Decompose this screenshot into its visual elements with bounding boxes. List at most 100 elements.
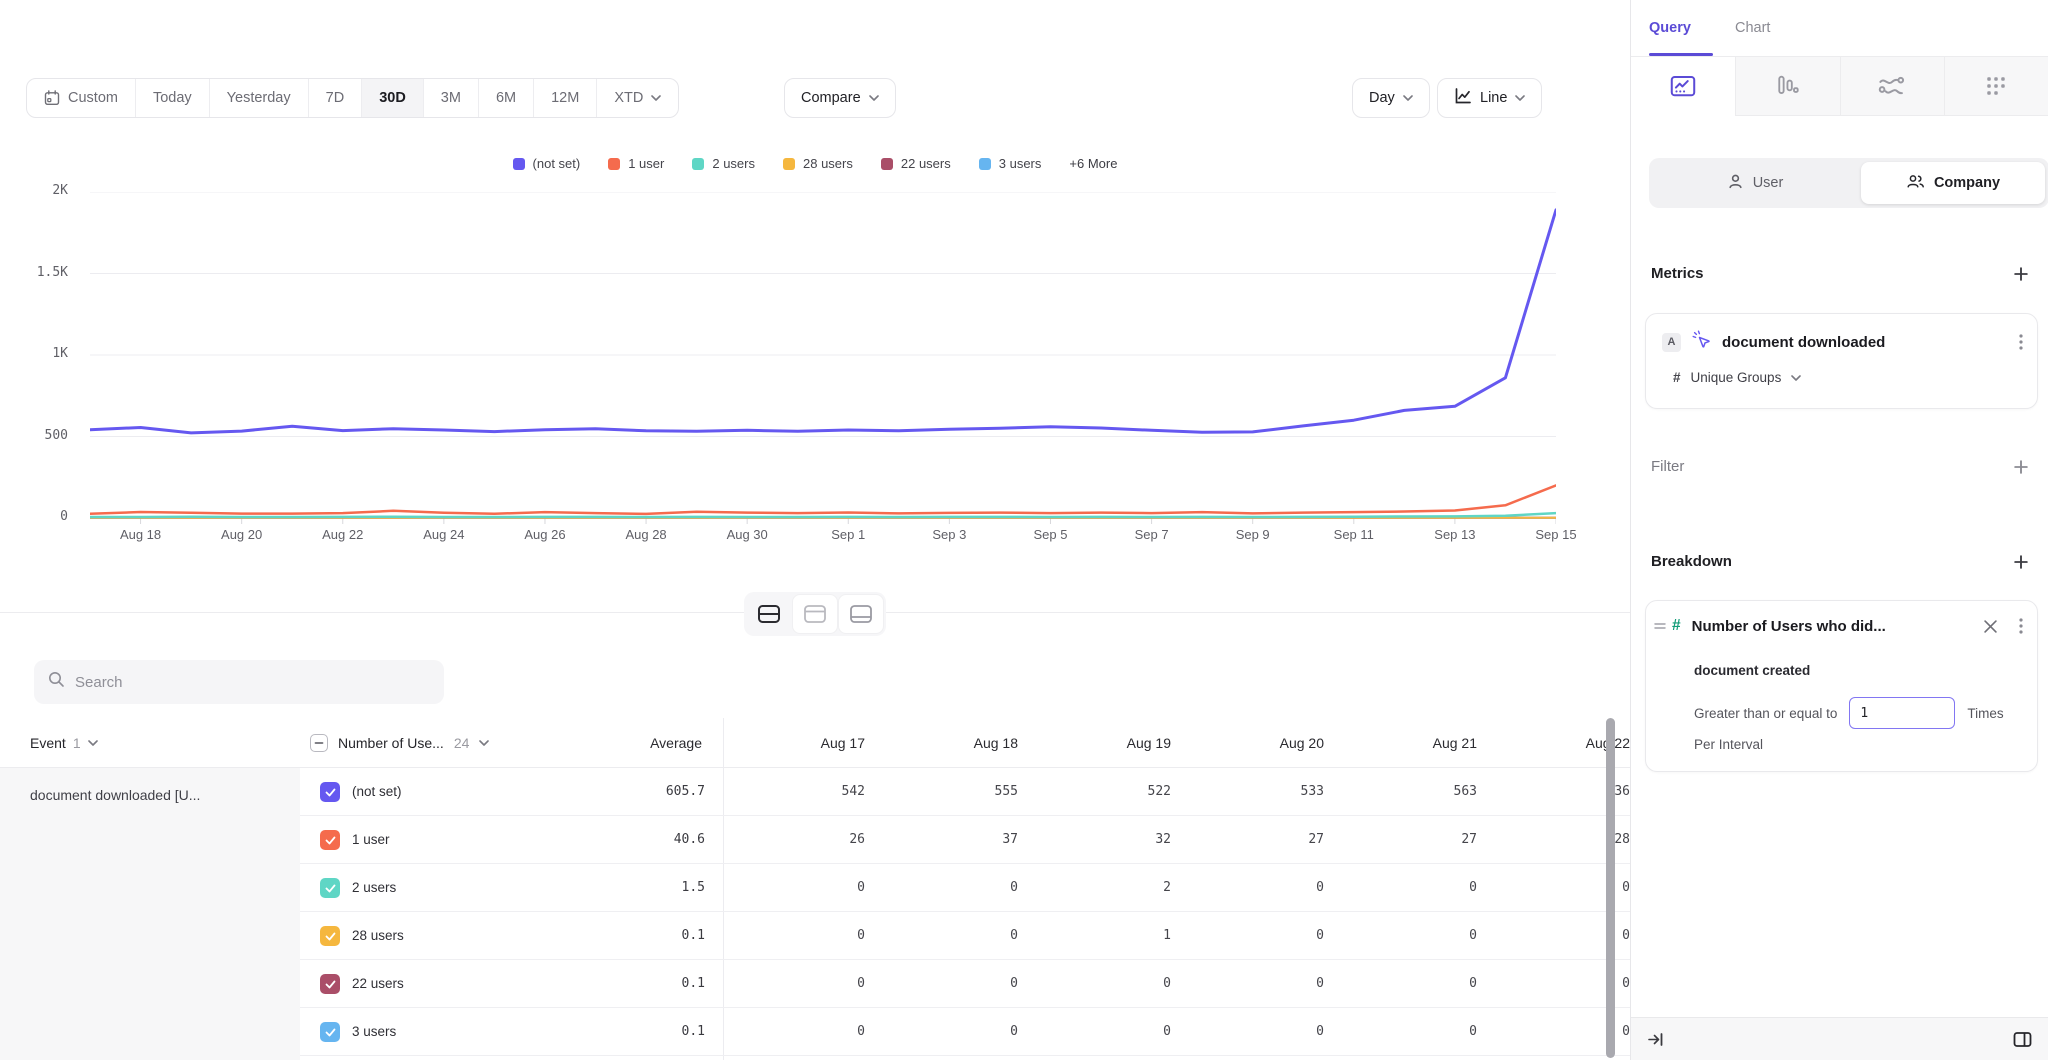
y-axis-label: 2K [6,183,68,198]
series-values: 000000 [750,960,1630,1008]
table-only-button[interactable] [838,594,884,634]
breakdown-property-name[interactable]: Number of Users who did... [1692,618,1984,635]
date-column-header[interactable]: Aug 18 [903,718,1056,768]
breakdown-kebab-menu[interactable] [2019,618,2023,634]
series-checkbox[interactable] [320,926,340,946]
breakdown-condition-row: Greater than or equal to Times [1694,697,2004,729]
event-header-label: Event [30,735,66,751]
breakdown-card[interactable]: # Number of Users who did... document cr… [1645,600,2038,772]
split-panel-icon[interactable] [2013,1031,2032,1048]
date-column-header[interactable]: Aug 19 [1056,718,1209,768]
chart-plot[interactable] [90,192,1556,526]
date-column-header[interactable]: Aug 21 [1362,718,1515,768]
cell-value: 542 [750,768,903,816]
series-checkbox[interactable] [320,782,340,802]
line-chart[interactable]: 05001K1.5K2KAug 18Aug 20Aug 22Aug 24Aug … [0,0,1630,560]
series-label: 22 users [352,960,404,1008]
bar-chart-tab[interactable] [1735,57,1839,116]
cell-value: 0 [1362,864,1515,912]
cell-value: 0 [750,864,903,912]
metric-event-name[interactable]: document downloaded [1722,334,2008,351]
scope-user-option[interactable]: User [1649,158,1861,208]
scope-company-option[interactable]: Company [1861,162,2045,204]
search-icon [48,671,65,693]
x-axis-label: Aug 24 [399,527,489,542]
breakdown-event-name[interactable]: document created [1694,663,1810,678]
metric-card[interactable]: A document downloaded # Unique Groups [1645,313,2038,409]
x-axis-label: Sep 1 [803,527,893,542]
table-row[interactable]: 1 user40.6263732272728 [300,816,1630,864]
date-column-header[interactable]: Aug 17 [750,718,903,768]
split-view-button[interactable] [746,594,792,634]
tab-query[interactable]: Query [1649,0,1691,56]
series-values: 001000 [750,912,1630,960]
table-row[interactable]: 28 users0.1001000 [300,912,1630,960]
flow-chart-tab[interactable] [1840,57,1944,116]
x-axis-label: Sep 13 [1410,527,1500,542]
cell-value: 0 [1209,912,1362,960]
search-input[interactable] [75,674,430,691]
filter-title: Filter [1651,458,1684,475]
x-axis-label: Aug 26 [500,527,590,542]
series-label: 1 user [352,816,390,864]
grid-dots-tab[interactable] [1944,57,2048,116]
select-all-checkbox[interactable] [310,734,328,752]
series-label: 2 users [352,864,396,912]
date-column-header[interactable]: Aug 20 [1209,718,1362,768]
aggregation-selector[interactable]: # Unique Groups [1673,370,1801,385]
table-row[interactable]: 22 users0.1000000 [300,960,1630,1008]
cell-value: 27 [1209,816,1362,864]
x-axis-label: Aug 18 [96,527,186,542]
metric-kebab-menu[interactable] [2019,334,2023,350]
chevron-down-icon [479,740,489,746]
line-chart-icon [1670,75,1696,99]
vertical-scrollbar[interactable] [1606,718,1615,1058]
flow-chart-icon [1878,74,1906,98]
add-metric-button[interactable] [2014,267,2028,281]
add-filter-button[interactable] [2014,460,2028,474]
event-column-header[interactable]: Event 1 [30,718,98,768]
series-checkbox[interactable] [320,974,340,994]
chart-only-button[interactable] [792,594,838,634]
add-breakdown-button[interactable] [2014,555,2028,569]
x-axis-label: Aug 28 [601,527,691,542]
x-axis-label: Aug 20 [197,527,287,542]
main-area: CustomTodayYesterday7D30D3M6M12MXTD Comp… [0,0,1630,1060]
aggregation-label: Unique Groups [1691,370,1782,385]
condition-value-input[interactable] [1849,697,1955,729]
x-axis-label: Sep 9 [1208,527,1298,542]
cell-value: 563 [1362,768,1515,816]
series-header-count: 24 [454,735,470,751]
cell-value: 26 [750,816,903,864]
breakdown-section-header: Breakdown [1651,553,2028,570]
drag-handle-icon[interactable] [1654,620,1666,632]
metrics-title: Metrics [1651,265,1704,282]
series-values: 542555522533563536 [750,768,1630,816]
chart-type-tabs [1631,57,2048,116]
y-axis-label: 1K [6,346,68,361]
collapse-panel-icon[interactable] [1647,1031,1664,1048]
x-axis-label: Sep 5 [1005,527,1095,542]
per-interval-label[interactable]: Per Interval [1694,737,1763,752]
series-checkbox[interactable] [320,1022,340,1042]
table-row[interactable]: (not set)605.7542555522533563536 [300,768,1630,816]
line-chart-tab[interactable] [1631,57,1735,116]
tab-chart[interactable]: Chart [1735,0,1770,56]
cell-value: 2 [1056,864,1209,912]
x-axis-label: Sep 7 [1107,527,1197,542]
series-average: 0.1 [520,912,705,960]
series-checkbox[interactable] [320,830,340,850]
series-column-header[interactable]: Number of Use... 24 [310,718,489,768]
series-checkbox[interactable] [320,878,340,898]
search-box[interactable] [34,660,444,704]
x-axis-label: Sep 3 [904,527,994,542]
event-name-cell[interactable]: document downloaded [U... [0,768,300,803]
table-row[interactable]: 2 users1.5002000 [300,864,1630,912]
table-row[interactable]: 3 users0.1000000 [300,1008,1630,1056]
check-icon [325,836,336,845]
query-panel: Query Chart User [1630,0,2048,1060]
cell-value: 0 [903,960,1056,1008]
metric-badge: A [1662,333,1681,352]
close-icon[interactable] [1984,620,1997,633]
series-header-label: Number of Use... [338,735,444,751]
